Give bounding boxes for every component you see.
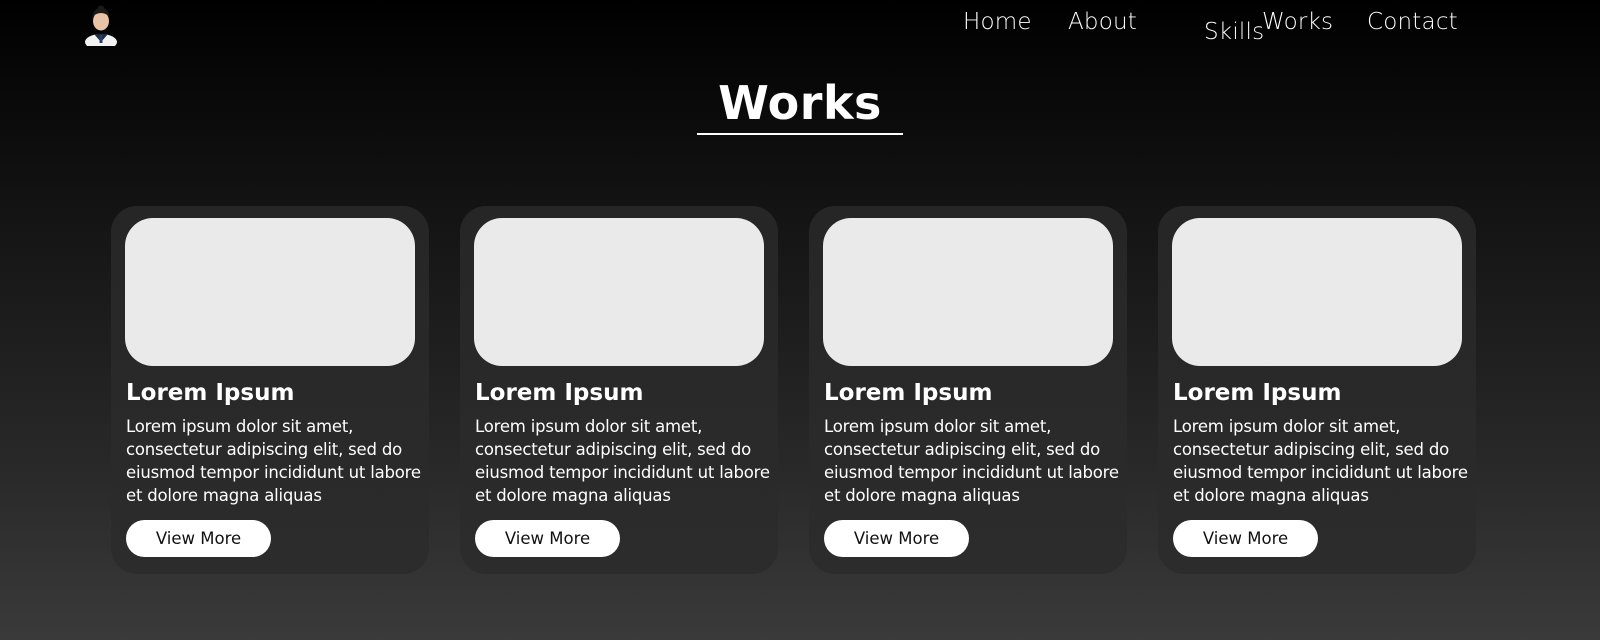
work-image-placeholder <box>125 218 415 366</box>
work-card: Lorem Ipsum Lorem ipsum dolor sit amet, … <box>1158 206 1476 574</box>
view-more-button[interactable]: View More <box>824 520 969 557</box>
work-card-description: Lorem ipsum dolor sit amet, consectetur … <box>824 417 1119 505</box>
title-underline <box>697 133 903 135</box>
work-card-description: Lorem ipsum dolor sit amet, consectetur … <box>126 417 421 505</box>
work-card: Lorem Ipsum Lorem ipsum dolor sit amet, … <box>809 206 1127 574</box>
main-nav: Home About Skills Works Contact <box>0 0 1600 60</box>
work-image-placeholder <box>474 218 764 366</box>
nav-link-works[interactable]: Works <box>1262 9 1333 35</box>
view-more-button[interactable]: View More <box>1173 520 1318 557</box>
view-more-button[interactable]: View More <box>475 520 620 557</box>
work-card: Lorem Ipsum Lorem ipsum dolor sit amet, … <box>111 206 429 574</box>
nav-link-skills[interactable]: Skills <box>1204 19 1264 45</box>
work-card-title: Lorem Ipsum <box>1173 380 1342 406</box>
nav-link-home[interactable]: Home <box>963 9 1032 35</box>
nav-link-contact[interactable]: Contact <box>1367 9 1458 35</box>
work-image-placeholder <box>823 218 1113 366</box>
view-more-button[interactable]: View More <box>126 520 271 557</box>
work-card-title: Lorem Ipsum <box>475 380 644 406</box>
work-card-description: Lorem ipsum dolor sit amet, consectetur … <box>1173 417 1468 505</box>
work-card-title: Lorem Ipsum <box>824 380 993 406</box>
nav-link-about[interactable]: About <box>1068 9 1137 35</box>
work-card-description: Lorem ipsum dolor sit amet, consectetur … <box>475 417 770 505</box>
work-image-placeholder <box>1172 218 1462 366</box>
work-card-title: Lorem Ipsum <box>126 380 295 406</box>
section-title: Works <box>718 76 882 130</box>
work-card: Lorem Ipsum Lorem ipsum dolor sit amet, … <box>460 206 778 574</box>
